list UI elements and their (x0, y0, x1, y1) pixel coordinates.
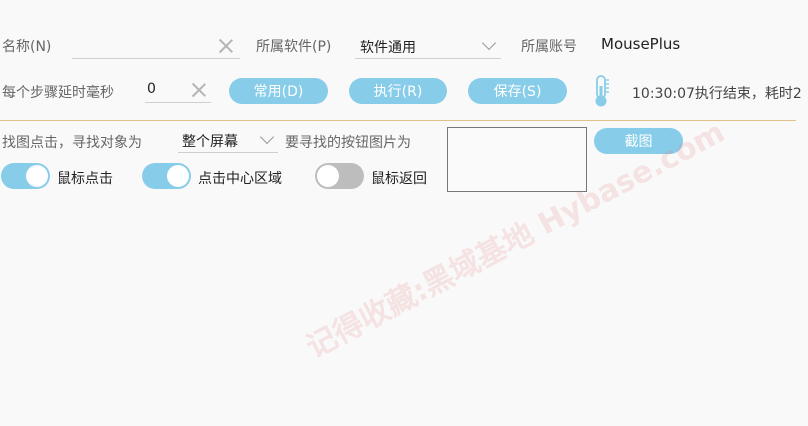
image-label: 要寻找的按钮图片为 (285, 135, 411, 151)
button-image-box[interactable] (447, 127, 587, 192)
toggle-mouse-return[interactable] (315, 163, 364, 189)
name-input[interactable] (72, 34, 240, 59)
target-select[interactable]: 整个屏幕 (178, 128, 278, 153)
delay-input-value: 0 (147, 81, 156, 97)
status-wrapper: 10:30:07执行结束，耗时2 (632, 83, 808, 103)
delay-input[interactable]: 0 (145, 78, 211, 103)
toggle-mouse-return-label: 鼠标返回 (371, 171, 427, 187)
toggle-knob (26, 165, 48, 187)
toggle-click-center-label: 点击中心区域 (198, 171, 282, 187)
delay-label: 每个步骤延时毫秒 (2, 85, 114, 101)
toggle-knob (317, 165, 339, 187)
account-value: MousePlus (601, 35, 681, 53)
capture-button[interactable]: 截图 (594, 128, 683, 154)
software-select[interactable]: 软件通用 (355, 34, 501, 59)
chevron-down-icon (481, 35, 497, 51)
account-label: 所属账号 (521, 39, 577, 55)
thermometer-icon[interactable] (590, 74, 612, 108)
clear-icon[interactable] (191, 82, 207, 98)
toggle-knob (167, 165, 189, 187)
section-divider (0, 120, 796, 121)
common-button[interactable]: 常用(D) (229, 78, 328, 104)
toggle-click-center[interactable] (142, 163, 191, 189)
target-select-value: 整个屏幕 (182, 134, 238, 150)
toggle-mouse-click[interactable] (1, 163, 50, 189)
toggle-mouse-click-label: 鼠标点击 (57, 171, 113, 187)
clear-icon[interactable] (218, 38, 234, 54)
software-label: 所属软件(P) (256, 39, 332, 55)
name-label: 名称(N) (2, 39, 52, 55)
find-label: 找图点击，寻找对象为 (2, 135, 142, 151)
save-button[interactable]: 保存(S) (468, 78, 567, 104)
chevron-down-icon (259, 129, 275, 145)
software-select-value: 软件通用 (360, 40, 416, 56)
status-text: 10:30:07执行结束，耗时2 (632, 86, 802, 102)
execute-button[interactable]: 执行(R) (349, 78, 447, 104)
